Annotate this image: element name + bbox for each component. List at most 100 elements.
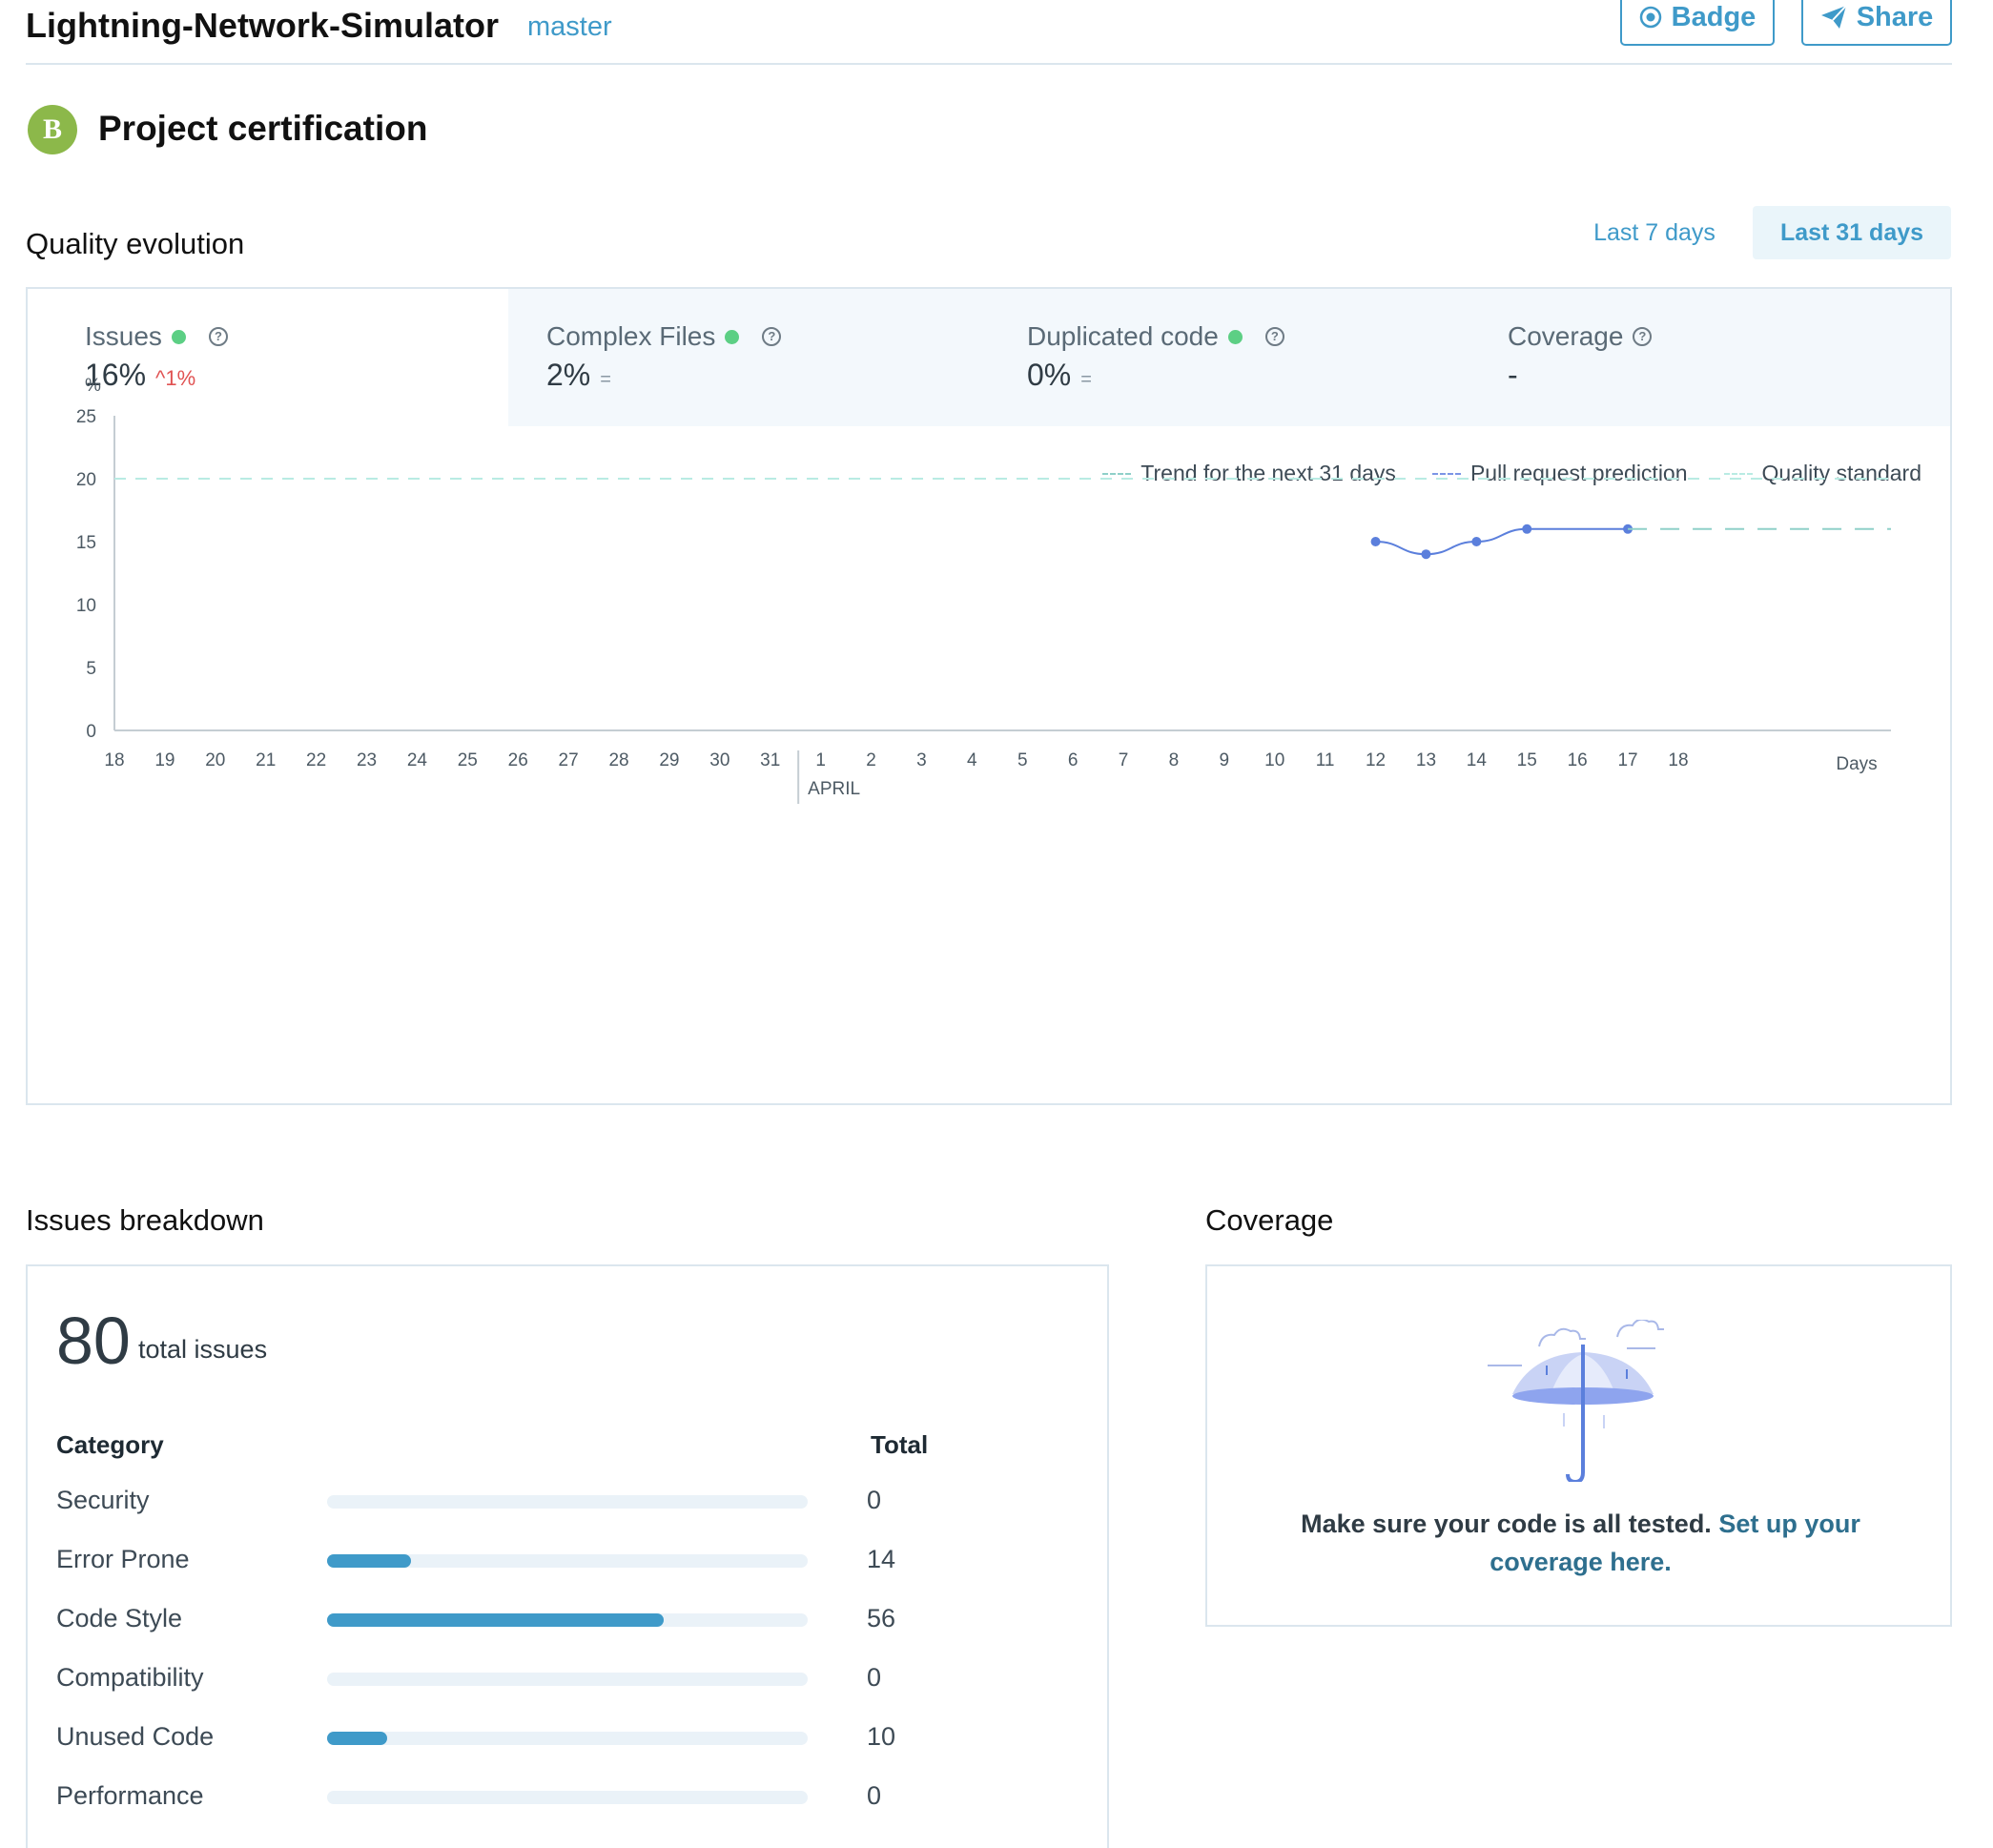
category-total: 0 [867, 1663, 882, 1692]
category-total: 56 [867, 1604, 896, 1632]
category-name: Compatibility [56, 1663, 204, 1692]
certification-title: Project certification [98, 109, 428, 148]
category-name: Code Style [56, 1604, 183, 1632]
y-tick-label: 10 [76, 596, 96, 616]
category-row[interactable]: Code Style 56 [56, 1600, 1086, 1638]
x-tick-label: 18 [104, 750, 124, 770]
issues-data-point [1522, 524, 1532, 534]
total-issues-label: total issues [138, 1335, 268, 1364]
x-tick-label: 9 [1220, 750, 1230, 770]
grade-badge: B [28, 105, 77, 154]
x-tick-label: 24 [407, 750, 428, 770]
y-tick-label: 15 [76, 533, 96, 553]
x-tick-label: 12 [1366, 750, 1386, 770]
coverage-panel: Make sure your code is all tested. Set u… [1205, 1264, 1952, 1627]
x-tick-label: 19 [154, 750, 175, 770]
branch-selector[interactable]: master [527, 11, 612, 43]
category-bar [327, 1495, 808, 1509]
x-tick-label: 18 [1668, 750, 1688, 770]
quality-evolution-panel: Issues ? 16% ^1% Complex Files ? 2% = Du… [26, 287, 1952, 1105]
category-row[interactable]: Error Prone 14 [56, 1541, 1086, 1579]
category-row[interactable]: Compatibility 0 [56, 1659, 1086, 1697]
x-tick-label: 30 [709, 750, 729, 770]
category-name: Unused Code [56, 1722, 215, 1751]
category-bar [327, 1791, 808, 1804]
total-header: Total [871, 1430, 929, 1459]
quality-chart: %051015202518 19 20 21 22 23 24 25 26 27 28 29 30 31 1… [76, 376, 1891, 804]
range-last-31-days[interactable]: Last 31 days [1753, 206, 1951, 259]
category-bar-fill [327, 1613, 664, 1627]
coverage-message-text: Make sure your code is all tested. [1301, 1509, 1712, 1538]
x-tick-label: 11 [1316, 750, 1335, 770]
x-tick-label: 15 [1517, 750, 1537, 770]
coverage-message: Make sure your code is all tested. Set u… [1264, 1505, 1897, 1581]
x-tick-label: 28 [608, 750, 628, 770]
issues-series-line [1375, 527, 1629, 556]
x-tick-label: 26 [508, 750, 528, 770]
x-tick-label: 5 [1017, 750, 1028, 770]
issues-data-point [1471, 537, 1482, 546]
coverage-title: Coverage [1205, 1203, 1334, 1237]
x-axis-unit: Days [1836, 754, 1877, 774]
category-name: Performance [56, 1781, 204, 1810]
paper-plane-icon [1820, 5, 1847, 29]
x-tick-label: 23 [357, 750, 377, 770]
category-row[interactable]: Unused Code 10 [56, 1718, 1086, 1756]
y-axis-unit: % [85, 376, 101, 396]
x-tick-label: 7 [1119, 750, 1129, 770]
x-tick-label: 31 [760, 750, 780, 770]
category-name: Security [56, 1486, 150, 1514]
range-last-7-days[interactable]: Last 7 days [1583, 206, 1726, 259]
y-tick-label: 5 [86, 659, 96, 679]
category-name: Error Prone [56, 1545, 190, 1573]
badge-label: Badge [1671, 1, 1757, 32]
month-label: APRIL [808, 779, 860, 799]
category-bar [327, 1732, 808, 1745]
x-tick-label: 27 [559, 750, 579, 770]
category-total: 0 [867, 1781, 882, 1810]
share-button[interactable]: Share [1801, 0, 1952, 46]
share-label: Share [1856, 1, 1934, 32]
y-tick-label: 20 [76, 470, 96, 490]
x-tick-label: 1 [815, 750, 826, 770]
issues-data-point [1421, 549, 1431, 560]
issues-breakdown-title: Issues breakdown [26, 1203, 264, 1237]
category-bar-fill [327, 1554, 412, 1568]
x-tick-label: 4 [967, 750, 977, 770]
badge-icon [1639, 6, 1661, 29]
x-tick-label: 8 [1169, 750, 1180, 770]
repository-name[interactable]: Lightning-Network-Simulator [26, 6, 499, 46]
umbrella-icon [1488, 1320, 1664, 1482]
category-bar [327, 1613, 808, 1627]
y-tick-label: 25 [76, 407, 96, 427]
header: Lightning-Network-Simulator master Badge… [26, 0, 1952, 65]
y-tick-label: 0 [86, 722, 96, 742]
category-row[interactable]: Security 0 [56, 1482, 1086, 1520]
x-tick-label: 20 [205, 750, 225, 770]
total-issues-count: 80 [56, 1304, 131, 1378]
issues-breakdown-panel: 80 total issues Category Total Security 0… [26, 1264, 1109, 1848]
badge-button[interactable]: Badge [1620, 0, 1775, 46]
category-total: 14 [867, 1545, 896, 1573]
category-row[interactable]: Performance 0 [56, 1777, 1086, 1816]
issues-data-point [1370, 537, 1381, 546]
x-tick-label: 14 [1467, 750, 1488, 770]
x-tick-label: 13 [1416, 750, 1436, 770]
category-bar-fill [327, 1732, 387, 1745]
category-header: Category [56, 1430, 164, 1459]
quality-evolution-title: Quality evolution [26, 227, 245, 260]
x-tick-label: 29 [659, 750, 679, 770]
x-tick-label: 10 [1264, 750, 1284, 770]
category-total: 10 [867, 1722, 896, 1751]
x-tick-label: 17 [1617, 750, 1637, 770]
category-total: 0 [867, 1486, 882, 1514]
category-bar [327, 1554, 808, 1568]
x-tick-label: 21 [256, 750, 276, 770]
x-tick-label: 3 [916, 750, 927, 770]
x-tick-label: 25 [458, 750, 478, 770]
x-tick-label: 22 [306, 750, 326, 770]
x-tick-label: 6 [1068, 750, 1079, 770]
x-tick-label: 16 [1568, 750, 1588, 770]
category-bar [327, 1673, 808, 1686]
x-tick-label: 2 [866, 750, 876, 770]
